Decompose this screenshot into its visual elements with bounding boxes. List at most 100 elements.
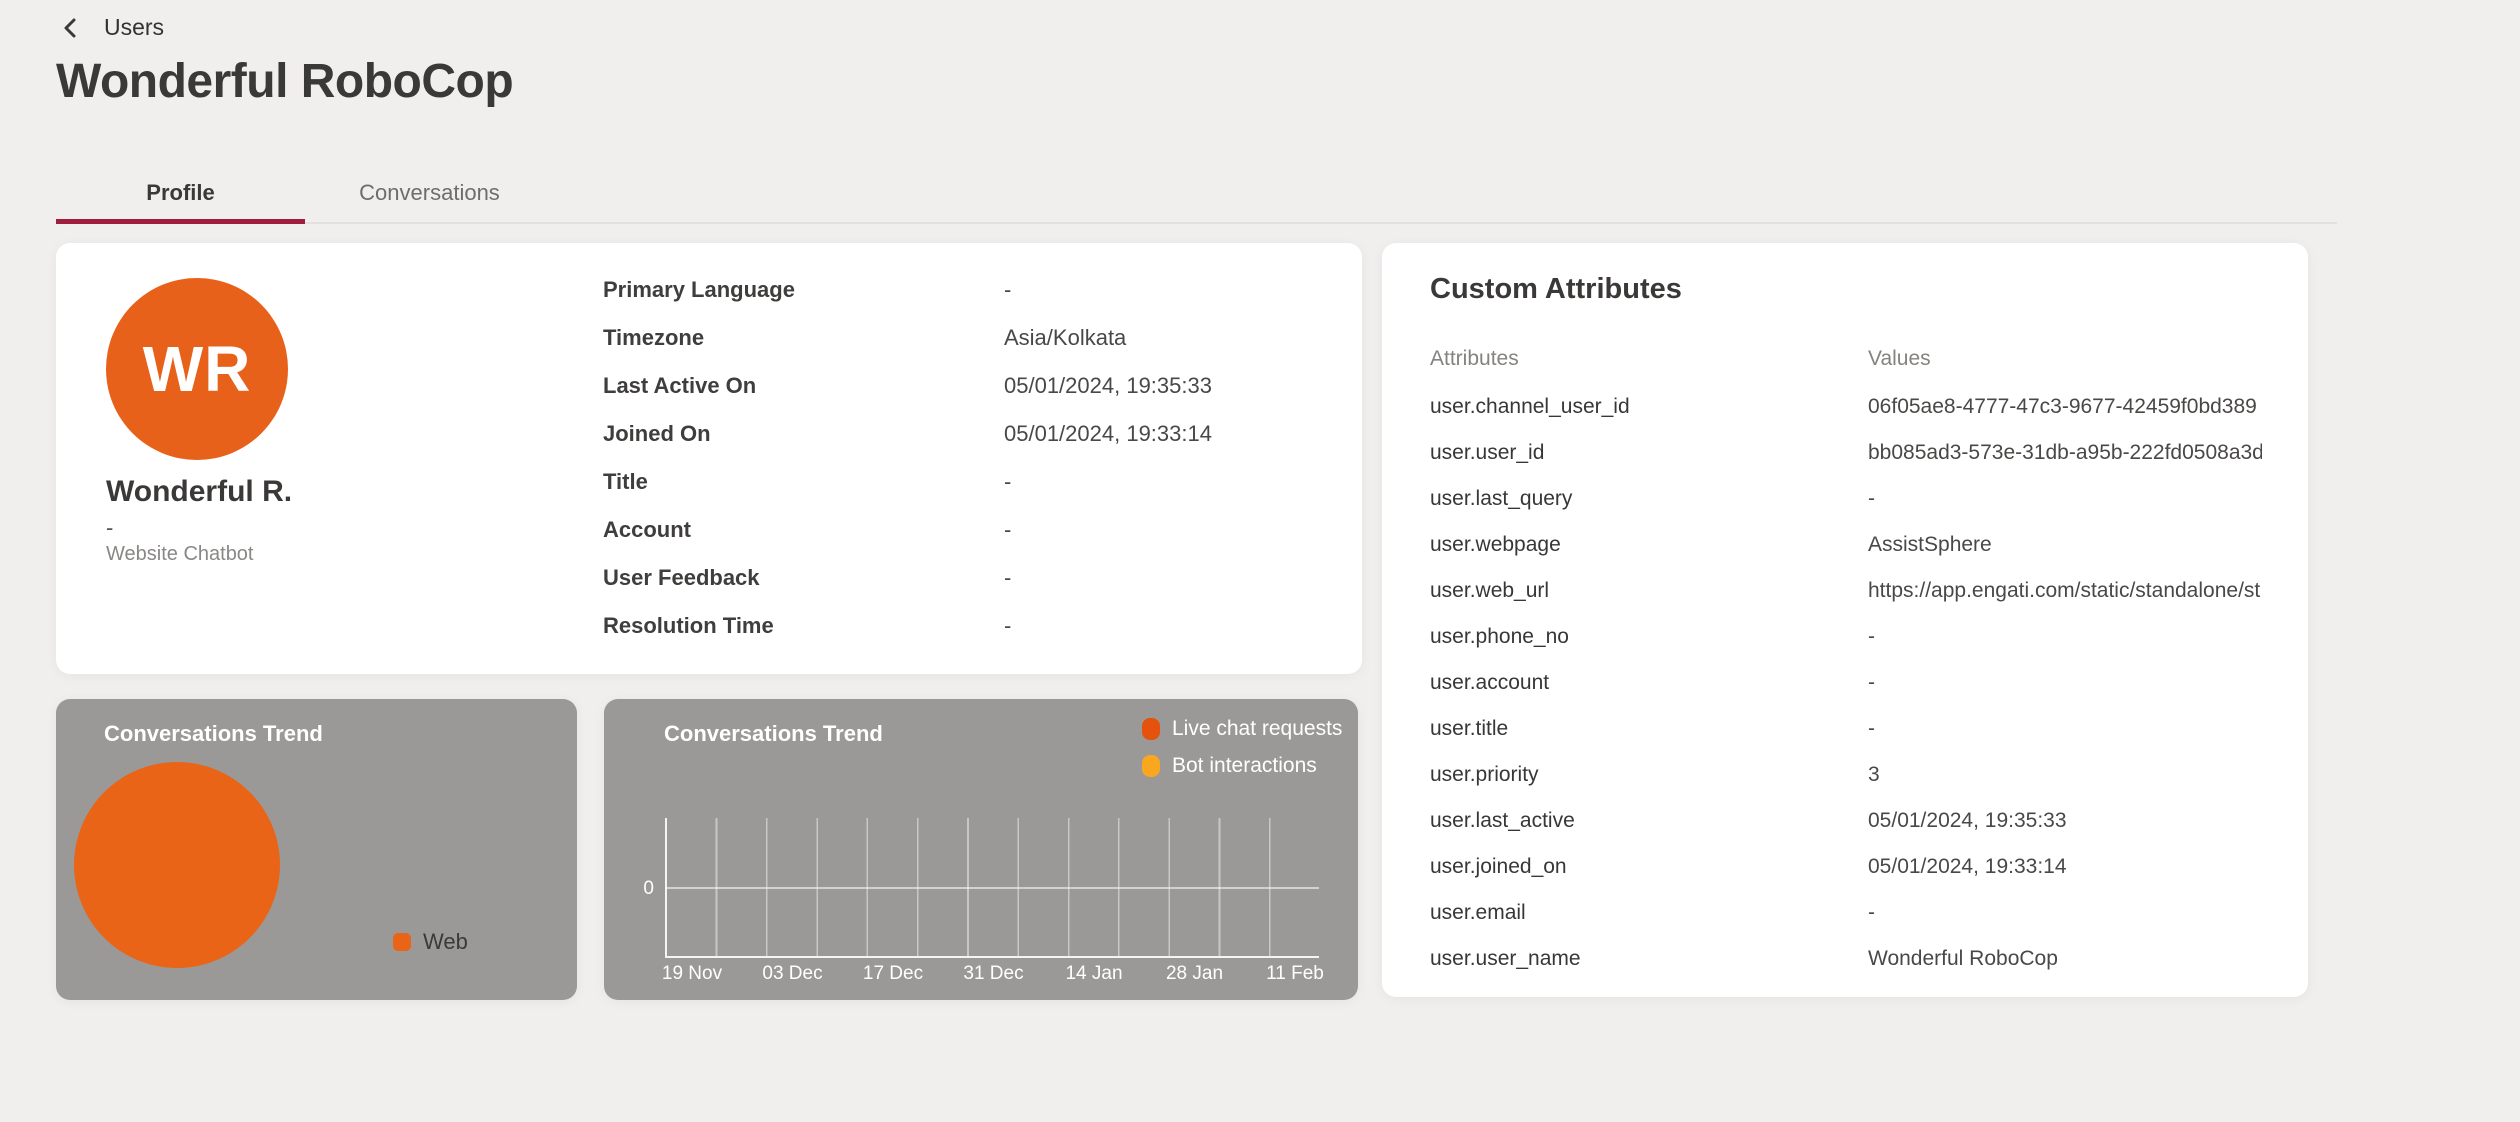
attribute-value: - (1868, 671, 2262, 695)
legend-swatch (1142, 718, 1160, 740)
attribute-value: - (1868, 901, 2262, 925)
field-row: Joined On05/01/2024, 19:33:14 (603, 421, 1323, 469)
attribute-value: https://app.engati.com/static/standalone… (1868, 579, 2262, 603)
page-title: Wonderful RoboCop (56, 54, 513, 109)
y-axis-zero-label: 0 (604, 877, 654, 901)
profile-subtitle: - (106, 515, 113, 541)
field-label: Last Active On (603, 373, 1004, 399)
attribute-name: user.user_name (1430, 947, 1868, 971)
pie-legend: Web (393, 929, 468, 955)
attribute-value: AssistSphere (1868, 533, 2262, 557)
attribute-name: user.last_active (1430, 809, 1868, 833)
attribute-name: user.title (1430, 717, 1868, 741)
attribute-name: user.phone_no (1430, 625, 1868, 649)
tab-profile[interactable]: Profile (56, 164, 305, 222)
field-label: Account (603, 517, 1004, 543)
custom-attributes-title: Custom Attributes (1430, 273, 1682, 306)
attribute-value: - (1868, 625, 2262, 649)
attribute-value: - (1868, 487, 2262, 511)
field-label: Primary Language (603, 277, 1004, 303)
field-row: User Feedback- (603, 565, 1323, 613)
field-value: 05/01/2024, 19:35:33 (1004, 373, 1212, 399)
legend-item[interactable]: Bot interactions (1142, 754, 1342, 778)
attribute-row: user.channel_user_id06f05ae8-4777-47c3-9… (1430, 395, 2262, 441)
attribute-value: 05/01/2024, 19:35:33 (1868, 809, 2262, 833)
back-chevron-icon[interactable] (58, 15, 84, 41)
field-value: - (1004, 277, 1011, 303)
attribute-name: user.priority (1430, 763, 1868, 787)
field-value: Asia/Kolkata (1004, 325, 1126, 351)
attribute-row: user.joined_on05/01/2024, 19:33:14 (1430, 855, 2262, 901)
field-row: Title- (603, 469, 1323, 517)
legend-label: Bot interactions (1172, 754, 1317, 778)
line-legend: Live chat requests Bot interactions (1142, 717, 1342, 778)
tab-conversations[interactable]: Conversations (305, 164, 554, 222)
x-tick-label: 17 Dec (863, 963, 923, 985)
avatar: WR (106, 278, 288, 460)
field-row: TimezoneAsia/Kolkata (603, 325, 1323, 373)
attribute-value: 06f05ae8-4777-47c3-9677-42459f0bd389 (1868, 395, 2262, 419)
field-label: Resolution Time (603, 613, 1004, 639)
conversations-trend-line-card: Conversations Trend Live chat requests Bo… (604, 699, 1358, 1000)
attribute-row: user.last_active05/01/2024, 19:35:33 (1430, 809, 2262, 855)
attribute-row: user.webpageAssistSphere (1430, 533, 2262, 579)
profile-name: Wonderful R. (106, 475, 292, 509)
field-label: Title (603, 469, 1004, 495)
chart-title: Conversations Trend (664, 721, 883, 747)
field-value: - (1004, 469, 1011, 495)
attribute-row: user.user_idbb085ad3-573e-31db-a95b-222f… (1430, 441, 2262, 487)
attributes-table-body: user.channel_user_id06f05ae8-4777-47c3-9… (1430, 395, 2262, 993)
column-header-attributes: Attributes (1430, 347, 1868, 371)
attribute-name: user.account (1430, 671, 1868, 695)
legend-swatch (393, 933, 411, 951)
x-tick-label: 14 Jan (1065, 963, 1122, 985)
tab-bar: Profile Conversations (56, 164, 2337, 224)
x-tick-label: 19 Nov (662, 963, 722, 985)
legend-item[interactable]: Web (393, 929, 468, 955)
avatar-initials: WR (143, 332, 252, 406)
field-row: Primary Language- (603, 277, 1323, 325)
conversations-trend-pie-card: Conversations Trend Web (56, 699, 577, 1000)
profile-card: WR Wonderful R. - Website Chatbot Primar… (56, 243, 1362, 674)
attribute-name: user.joined_on (1430, 855, 1868, 879)
attribute-name: user.email (1430, 901, 1868, 925)
field-value: - (1004, 613, 1011, 639)
x-axis-labels: 19 Nov03 Dec17 Dec31 Dec14 Jan28 Jan11 F… (665, 963, 1319, 989)
attribute-value: 05/01/2024, 19:33:14 (1868, 855, 2262, 879)
user-profile-page: Users Wonderful RoboCop Profile Conversa… (0, 0, 2520, 1122)
x-tick-label: 03 Dec (762, 963, 822, 985)
attribute-name: user.user_id (1430, 441, 1868, 465)
profile-channel: Website Chatbot (106, 543, 254, 566)
attribute-row: user.user_nameWonderful RoboCop (1430, 947, 2262, 993)
breadcrumb-users-label[interactable]: Users (104, 14, 164, 41)
pie-chart (74, 762, 280, 968)
field-row: Resolution Time- (603, 613, 1323, 661)
field-label: Joined On (603, 421, 1004, 447)
zero-gridline (665, 887, 1319, 889)
attribute-name: user.channel_user_id (1430, 395, 1868, 419)
attribute-value: bb085ad3-573e-31db-a95b-222fd0508a3d (1868, 441, 2262, 465)
custom-attributes-card: Custom Attributes Attributes Values user… (1382, 243, 2308, 997)
x-tick-label: 31 Dec (963, 963, 1023, 985)
chart-title: Conversations Trend (104, 721, 323, 747)
attribute-name: user.web_url (1430, 579, 1868, 603)
field-value: - (1004, 565, 1011, 591)
field-value: - (1004, 517, 1011, 543)
attribute-row: user.email- (1430, 901, 2262, 947)
x-tick-label: 11 Feb (1266, 963, 1324, 985)
attributes-table-header: Attributes Values (1430, 347, 2260, 371)
x-tick-label: 28 Jan (1166, 963, 1223, 985)
breadcrumb[interactable]: Users (58, 14, 164, 41)
field-value: 05/01/2024, 19:33:14 (1004, 421, 1212, 447)
attribute-row: user.priority3 (1430, 763, 2262, 809)
attribute-row: user.web_urlhttps://app.engati.com/stati… (1430, 579, 2262, 625)
attribute-value: - (1868, 717, 2262, 741)
attribute-row: user.phone_no- (1430, 625, 2262, 671)
profile-fields: Primary Language-TimezoneAsia/KolkataLas… (603, 277, 1323, 661)
attribute-name: user.last_query (1430, 487, 1868, 511)
field-label: Timezone (603, 325, 1004, 351)
legend-label: Web (423, 929, 468, 955)
legend-item[interactable]: Live chat requests (1142, 717, 1342, 741)
attribute-row: user.last_query- (1430, 487, 2262, 533)
field-label: User Feedback (603, 565, 1004, 591)
